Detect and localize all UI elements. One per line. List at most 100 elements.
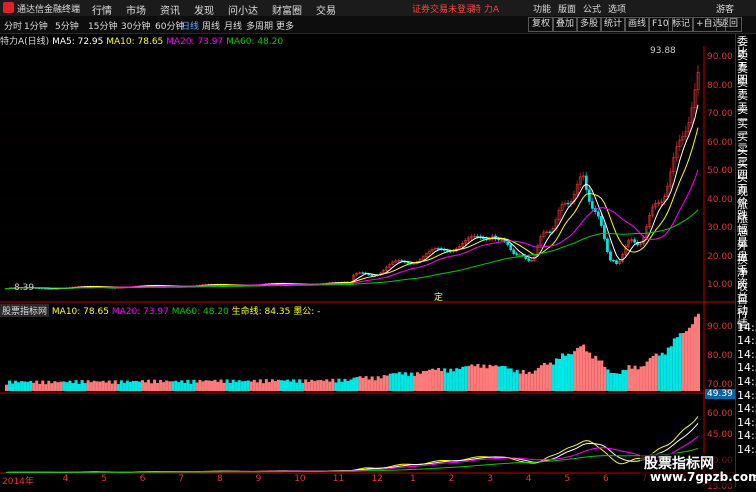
menu-options[interactable]: 选项: [608, 2, 626, 15]
menu-ask[interactable]: 问小达: [228, 2, 258, 17]
volume-bar: [343, 378, 347, 391]
volume-bar: [32, 382, 36, 391]
volume-bar: [29, 380, 33, 391]
ind-ma10: MA10: 78.65: [51, 307, 109, 317]
ma-legend: 特力A(日线) MA5: 72.95 MA10: 78.65 MA20: 73.…: [0, 34, 283, 47]
ind-tick: 45.00: [707, 430, 733, 440]
candle: [633, 239, 636, 243]
date-label: 12: [371, 474, 383, 484]
mark-button[interactable]: 标记: [668, 17, 695, 32]
period-5min[interactable]: 5分钟: [55, 19, 79, 32]
period-monthly[interactable]: 月线: [224, 19, 242, 32]
price-tick: 90.00: [707, 52, 733, 62]
volume-bar: [509, 368, 513, 391]
volume-bar: [192, 379, 196, 391]
back-button[interactable]: 返回: [716, 17, 743, 32]
volume-bar: [358, 376, 362, 391]
period-timeshare[interactable]: 分时: [4, 19, 22, 32]
volume-bar: [681, 332, 685, 391]
volume-bar: [11, 383, 15, 391]
date-label: 3: [487, 474, 493, 484]
period-15min[interactable]: 15分钟: [88, 19, 117, 32]
period-more[interactable]: 更多: [276, 19, 294, 32]
candle: [597, 211, 600, 217]
volume-bar: [627, 365, 631, 391]
period-1min[interactable]: 1分钟: [24, 19, 48, 32]
menu-function[interactable]: 功能: [533, 2, 551, 15]
candle: [548, 231, 552, 233]
volume-bar: [609, 372, 613, 391]
volume-bar: [684, 331, 688, 391]
volume-bar: [485, 368, 489, 391]
overlay-button[interactable]: 叠加: [552, 17, 579, 32]
volume-bar: [470, 364, 474, 391]
menu-guest[interactable]: 游客: [716, 2, 734, 15]
period-multi[interactable]: 多周期: [246, 19, 273, 32]
stats-button[interactable]: 统计: [600, 17, 627, 32]
restore-rights-button[interactable]: 复权: [528, 17, 555, 32]
volume-bar: [506, 368, 510, 391]
volume-bar: [515, 369, 519, 391]
volume-bar: [116, 384, 120, 391]
volume-bar: [379, 378, 383, 391]
period-daily[interactable]: 日线: [181, 19, 199, 32]
volume-bar: [201, 381, 205, 391]
menu-market[interactable]: 市场: [126, 2, 146, 17]
volume-bar: [86, 380, 90, 391]
volume-bar: [461, 366, 465, 391]
volume-bar: [367, 379, 371, 391]
volume-bar: [542, 362, 546, 391]
volume-bar: [434, 369, 438, 391]
volume-bar: [657, 355, 661, 391]
volume-bar: [573, 351, 577, 391]
price-tick: 20.00: [707, 251, 733, 262]
menu-quotes[interactable]: 行情: [92, 2, 112, 17]
volume-bar: [600, 360, 604, 391]
app-logo-icon: [3, 2, 14, 13]
volume-bar: [675, 337, 679, 391]
period-30min[interactable]: 30分钟: [121, 19, 150, 32]
candle: [603, 225, 606, 240]
menu-layout[interactable]: 版面: [558, 2, 576, 15]
volume-bar: [304, 379, 308, 391]
volume-bar: [545, 364, 549, 391]
volume-bar: [50, 383, 54, 391]
volume-bar: [62, 381, 66, 391]
volume-bar: [80, 380, 84, 391]
volume-bar: [503, 366, 507, 391]
kline-chart[interactable]: [0, 46, 735, 487]
volume-bar: [406, 376, 410, 391]
menu-formula[interactable]: 公式: [583, 2, 601, 15]
volume-bar: [331, 378, 335, 391]
volume-bar: [422, 370, 426, 391]
volume-bar: [310, 379, 314, 391]
ind-ma60: MA60: 48.20: [171, 307, 229, 317]
volume-bar: [588, 352, 592, 391]
indicator-line: [5, 422, 699, 473]
price-tick: 50.00: [707, 166, 733, 176]
volume-bar: [482, 364, 486, 391]
volume-bar: [252, 379, 256, 391]
volume-bar: [476, 364, 480, 391]
ma10-line: [5, 127, 699, 289]
menu-news[interactable]: 资讯: [160, 2, 180, 17]
volume-bar: [648, 358, 652, 391]
multi-stock-button[interactable]: 多股: [576, 17, 603, 32]
candle: [515, 253, 519, 256]
date-label: 2: [448, 474, 455, 484]
volume-bar: [570, 354, 574, 391]
ind-ma20: MA20: 73.97: [111, 307, 169, 317]
menu-trade[interactable]: 交易: [316, 2, 336, 17]
volume-bar: [322, 380, 326, 391]
draw-button[interactable]: 画线: [624, 17, 651, 32]
menu-wealth[interactable]: 财富圈: [272, 2, 302, 17]
login-warning[interactable]: 证券交易未登录: [412, 2, 475, 15]
indicator-line: [5, 416, 699, 473]
candle: [600, 216, 603, 226]
candle: [587, 189, 591, 202]
menu-discover[interactable]: 发现: [194, 2, 214, 17]
indicator-source[interactable]: 股票指标网: [0, 304, 50, 317]
volume-bar: [255, 382, 259, 391]
volume-bar: [582, 344, 586, 391]
period-weekly[interactable]: 周线: [202, 19, 220, 32]
